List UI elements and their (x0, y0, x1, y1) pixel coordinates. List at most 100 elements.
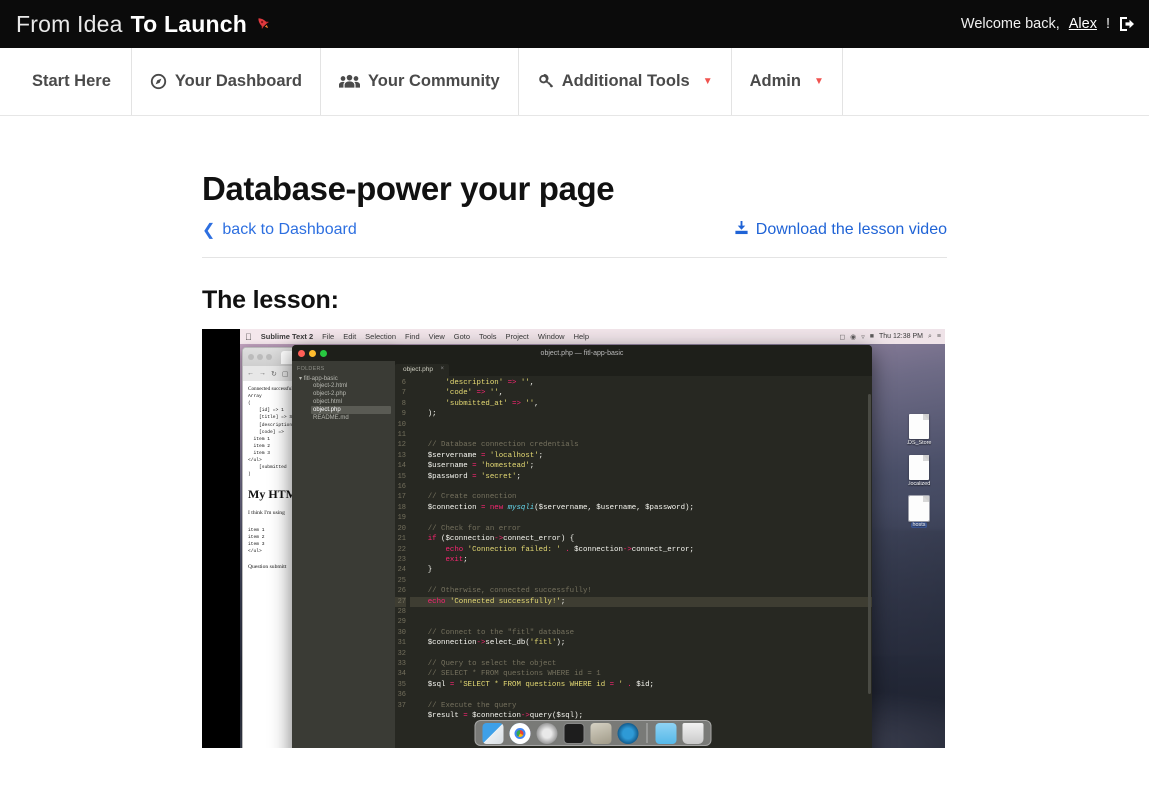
nav-label-additional-tools: Additional Tools (561, 72, 690, 90)
sublime-text-icon[interactable] (590, 722, 611, 744)
file-icon (908, 455, 929, 480)
editor-tab-object-php[interactable]: object.php × (395, 364, 449, 376)
close-icon[interactable] (248, 354, 254, 360)
compass-icon (150, 73, 167, 90)
menu-find[interactable]: Find (405, 332, 420, 341)
system-preferences-icon[interactable] (536, 722, 557, 744)
chevron-left-icon: ❮ (202, 222, 216, 239)
menubar-status-area: ◻ ◉ ▿ ■ Thu 12:38 PM ⌕ ≡ (839, 333, 941, 341)
forward-arrow-icon[interactable]: → (259, 370, 266, 377)
back-link-label: back to Dashboard (222, 221, 357, 238)
back-arrow-icon[interactable]: ← (247, 370, 254, 377)
rocket-icon (255, 15, 273, 33)
menu-edit[interactable]: Edit (343, 332, 356, 341)
menu-icon[interactable]: ≡ (937, 333, 941, 340)
lesson-heading: The lesson: (202, 286, 339, 314)
lesson-video-player[interactable]:  Sublime Text 2 File Edit Selection Fin… (202, 329, 945, 748)
sublime-sidebar: FOLDERS ▾ fitl-app-basic object-2.html o… (292, 361, 395, 748)
menu-tools[interactable]: Tools (479, 332, 497, 341)
brand-logo[interactable]: From Idea To Launch (16, 11, 273, 38)
nav-item-admin[interactable]: Admin ▼ (732, 48, 843, 115)
search-icon[interactable]: ⌕ (928, 333, 932, 341)
sidebar-file-item-selected[interactable]: object.php (311, 406, 391, 414)
code-area[interactable]: 6 7 8 9 10 11 12 13 14 15 16 17 18 19 20… (395, 376, 872, 748)
welcome-area: Welcome back, Alex! (961, 16, 1135, 32)
desktop-file-localized[interactable]: .localized (908, 455, 930, 487)
video-frame:  Sublime Text 2 File Edit Selection Fin… (240, 329, 945, 748)
nav-item-your-dashboard[interactable]: Your Dashboard (132, 48, 322, 115)
nav-item-start-here[interactable]: Start Here (0, 48, 132, 115)
sidebar-file-item[interactable]: README.md (311, 414, 391, 422)
editor-tab-label: object.php (403, 366, 433, 373)
chevron-down-icon: ▼ (702, 76, 713, 87)
sublime-titlebar: object.php — fitl-app-basic (292, 345, 872, 361)
nav-item-additional-tools[interactable]: Additional Tools ▼ (519, 48, 732, 115)
downloads-folder-icon[interactable] (655, 722, 676, 744)
sidebar-folder-label: fitl-app-basic (303, 376, 338, 382)
desktop-file-label: hosts (910, 522, 928, 528)
sidebar-file-item[interactable]: object-2.html (311, 382, 391, 390)
download-lesson-video-link[interactable]: Download the lesson video (734, 220, 947, 240)
airplay-icon[interactable]: ◻ (839, 333, 845, 341)
menubar-app-name[interactable]: Sublime Text 2 (261, 332, 313, 341)
welcome-suffix: ! (1105, 16, 1110, 32)
sublime-text-window[interactable]: object.php — fitl-app-basic FOLDERS ▾ fi… (292, 345, 872, 748)
chrome-icon[interactable] (509, 722, 530, 744)
page-title: Database-power your page (202, 170, 615, 207)
welcome-text: Welcome back, (960, 16, 1060, 32)
terminal-icon[interactable] (563, 722, 584, 744)
sidebar-folder-root[interactable]: ▾ fitl-app-basic (299, 375, 391, 382)
trash-icon[interactable] (682, 722, 703, 744)
bluetooth-icon[interactable]: ◉ (850, 333, 856, 341)
battery-icon[interactable]: ■ (870, 333, 874, 340)
apple-logo-icon[interactable]:  (245, 332, 252, 342)
menu-selection[interactable]: Selection (365, 332, 396, 341)
users-icon (339, 73, 361, 90)
user-name-link[interactable]: Alex (1069, 16, 1097, 32)
reload-icon[interactable]: ↻ (271, 370, 277, 378)
content-container: Database-power your page ❮ back to Dashb… (202, 116, 947, 748)
sublime-editor: object.php × 6 7 8 9 10 11 12 13 14 15 1… (395, 361, 872, 748)
sidebar-file-item[interactable]: object.html (311, 398, 391, 406)
back-to-dashboard-link[interactable]: ❮ back to Dashboard (202, 220, 357, 240)
wifi-icon[interactable]: ▿ (861, 333, 865, 341)
nav-item-your-community[interactable]: Your Community (321, 48, 519, 115)
menu-view[interactable]: View (429, 332, 445, 341)
desktop-file-label: .localized (907, 481, 931, 487)
finder-icon[interactable] (482, 722, 503, 744)
menu-goto[interactable]: Goto (454, 332, 470, 341)
desktop-file-hosts[interactable]: hosts (908, 495, 930, 528)
top-bar: From Idea To Launch Welcome back, Alex! (0, 0, 1149, 48)
macos-menu-bar:  Sublime Text 2 File Edit Selection Fin… (240, 329, 945, 344)
sublime-window-title: object.php — fitl-app-basic (540, 349, 624, 357)
menubar-clock[interactable]: Thu 12:38 PM (879, 333, 923, 340)
editor-scrollbar[interactable] (868, 394, 871, 694)
sidebar-file-item[interactable]: object-2.php (311, 390, 391, 398)
download-link-label: Download the lesson video (755, 221, 947, 238)
menu-window[interactable]: Window (538, 332, 565, 341)
quicktime-icon[interactable] (617, 722, 638, 744)
sidebar-header: FOLDERS (297, 366, 325, 372)
desktop-icons: .DS_Store .localized hosts (897, 414, 941, 528)
sign-out-icon[interactable] (1119, 16, 1135, 32)
menu-project[interactable]: Project (506, 332, 529, 341)
main-navigation: Start Here Your Dashboard Your Community (0, 48, 1149, 116)
menu-file[interactable]: File (322, 332, 334, 341)
wrench-icon (537, 73, 554, 90)
close-icon[interactable]: × (440, 366, 444, 372)
file-icon (908, 495, 930, 522)
desktop-file-ds-store[interactable]: .DS_Store (907, 414, 931, 446)
sublime-main-area: FOLDERS ▾ fitl-app-basic object-2.html o… (292, 361, 872, 748)
link-row: ❮ back to Dashboard Download the lesson … (202, 220, 947, 258)
menu-help[interactable]: Help (574, 332, 589, 341)
line-number-gutter: 6 7 8 9 10 11 12 13 14 15 16 17 18 19 20… (395, 378, 410, 748)
minimize-icon[interactable] (257, 354, 263, 360)
download-icon (734, 220, 749, 240)
code-content[interactable]: 'description' => '', 'code' => '', 'subm… (410, 378, 872, 748)
maximize-icon[interactable] (266, 354, 272, 360)
address-bar[interactable]: ▢ (282, 370, 289, 378)
nav-label-your-community: Your Community (368, 72, 500, 90)
nav-label-your-dashboard: Your Dashboard (174, 72, 303, 90)
file-icon (909, 414, 929, 439)
nav-label-admin: Admin (749, 72, 801, 90)
